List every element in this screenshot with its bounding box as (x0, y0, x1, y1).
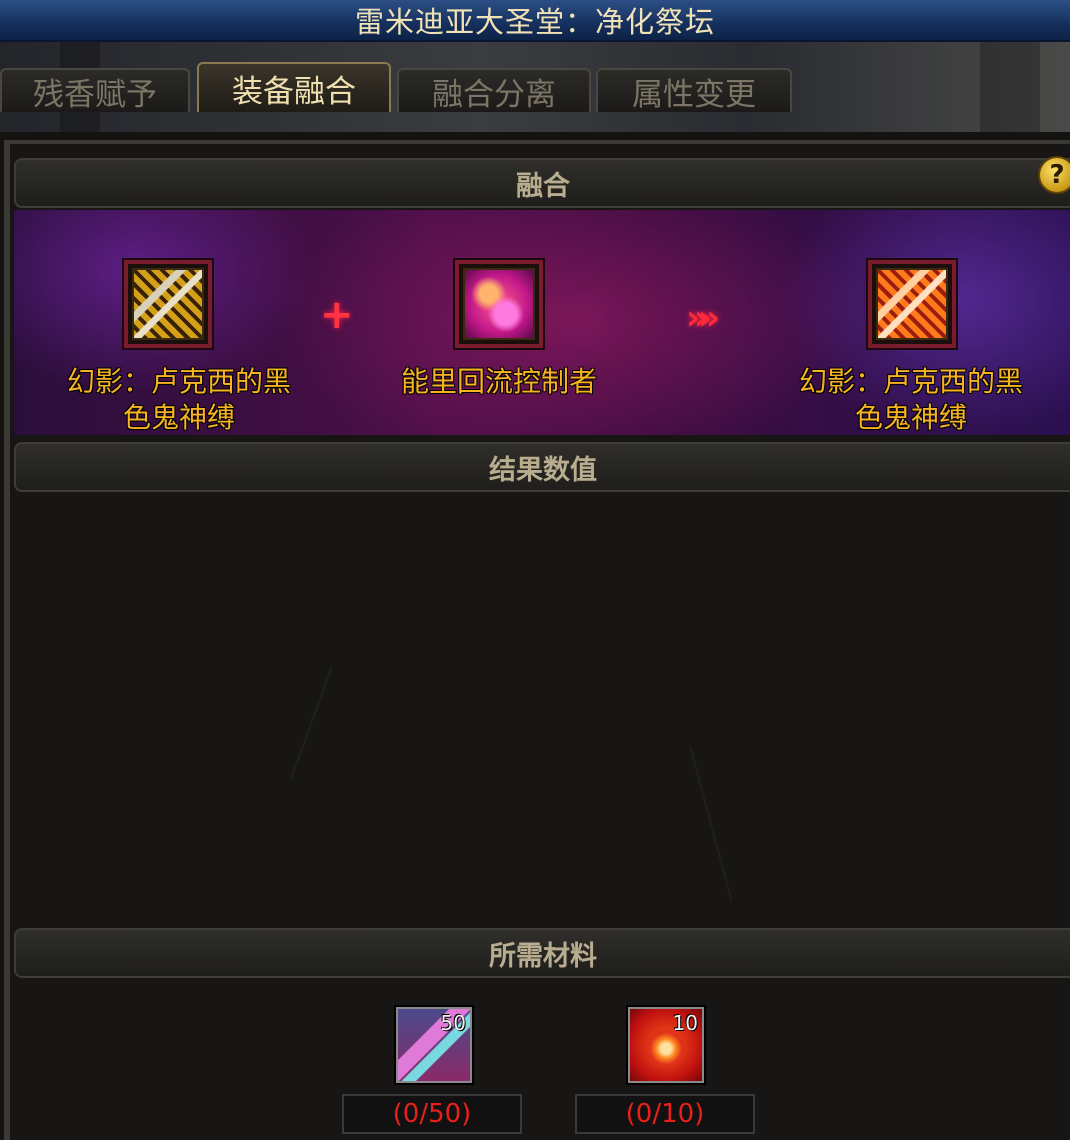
fusion-arrow-icon: »» (686, 298, 720, 338)
base-item-name: 幻影：卢克西的黑 色鬼神缚 (66, 365, 291, 434)
base-item-slot[interactable] (122, 258, 214, 350)
section-title: 结果数值 (489, 454, 597, 486)
tab-attribute-change[interactable]: 属性变更 (596, 68, 792, 113)
energy-orb-icon (463, 268, 535, 340)
result-values-header: 结果数值 (14, 442, 1070, 492)
tab-label: 残香赋予 (33, 76, 157, 113)
result-item-name: 幻影：卢克西的黑 色鬼神缚 (798, 365, 1023, 434)
tab-label: 装备融合 (232, 73, 356, 110)
fusion-section-header: 融合 (14, 158, 1070, 208)
material-slot-crystal[interactable]: 50 (394, 1005, 474, 1085)
window-title-bar: 雷米迪亚大圣堂：净化祭坛 (0, 0, 1070, 42)
result-item-slot[interactable] (866, 258, 958, 350)
tab-incense-grant-face[interactable]: 残香赋予 (0, 68, 190, 113)
material-slot-sun-crystal[interactable]: 10 (626, 1005, 706, 1085)
window-title: 雷米迪亚大圣堂：净化祭坛 (354, 5, 715, 39)
stone-texture (289, 667, 333, 781)
plus-icon: + (320, 292, 354, 338)
fused-bracer-icon (876, 268, 948, 340)
section-title: 所需材料 (489, 940, 597, 972)
material-count: (0/10) (575, 1094, 755, 1134)
tab-equipment-fusion[interactable]: 装备融合 (197, 62, 391, 112)
tab-fusion-separation[interactable]: 融合分离 (397, 68, 591, 113)
material-item-name: 能里回流控制者 (400, 365, 597, 398)
bracer-icon (132, 268, 204, 340)
tab-label: 属性变更 (632, 76, 756, 113)
stack-count: 10 (672, 1011, 698, 1035)
material-count: (0/50) (342, 1094, 522, 1134)
help-question-icon[interactable]: ? (1038, 156, 1070, 194)
background-pillar (980, 42, 1040, 132)
tab-label: 融合分离 (432, 76, 556, 113)
material-item-slot[interactable] (453, 258, 545, 350)
stack-count: 50 (440, 1011, 466, 1035)
fusion-display-area: 幻影：卢克西的黑 色鬼神缚 + 能里回流控制者 »» 幻影：卢克西的黑 色鬼神缚 (14, 210, 1070, 435)
required-materials-header: 所需材料 (14, 928, 1070, 978)
stone-texture (689, 746, 733, 902)
section-title: 融合 (516, 170, 570, 202)
